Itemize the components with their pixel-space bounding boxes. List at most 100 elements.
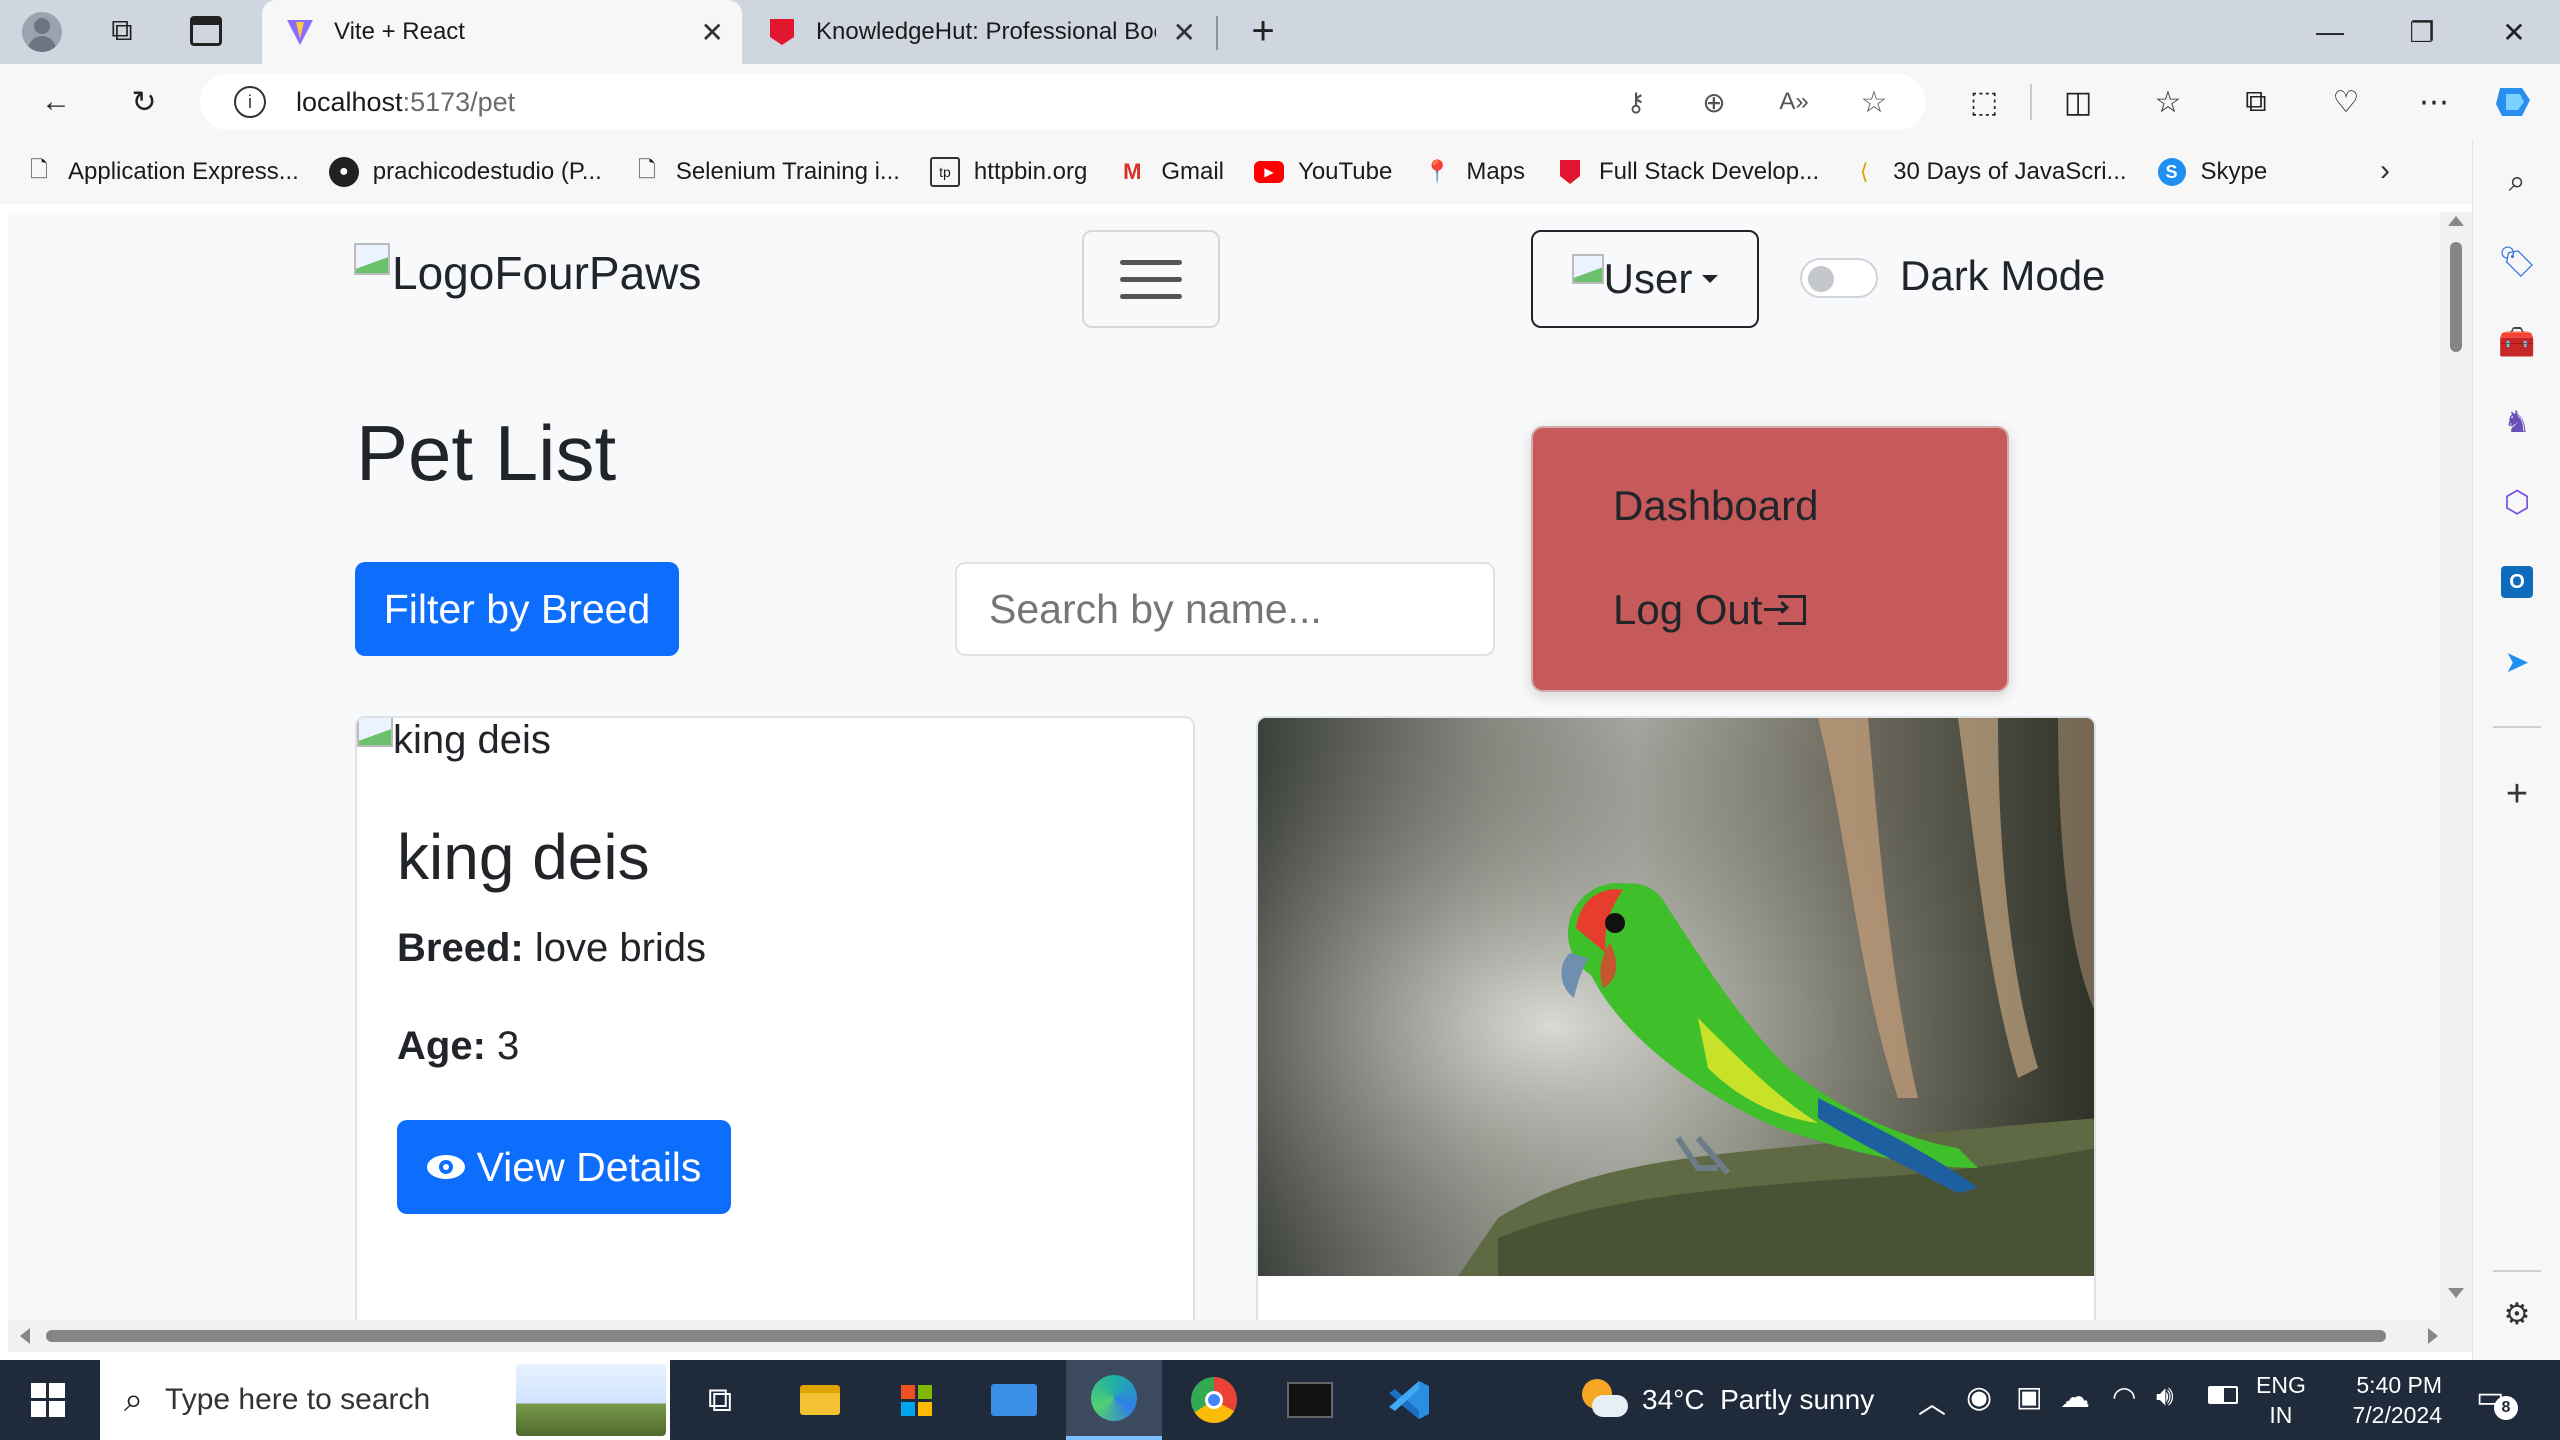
shopping-tag-icon[interactable]: 🏷: [2489, 234, 2545, 290]
show-hidden-icons-icon[interactable]: ︿: [1918, 1382, 1946, 1422]
new-tab-icon[interactable]: +: [1240, 8, 1286, 54]
extensions-icon[interactable]: ⬚: [1960, 78, 2008, 126]
navbar-toggler-button[interactable]: [1082, 230, 1220, 328]
dropdown-item-dashboard[interactable]: Dashboard: [1613, 482, 1818, 530]
settings-gear-icon[interactable]: ⚙: [2489, 1286, 2545, 1342]
vertical-scrollbar[interactable]: [2440, 212, 2472, 1320]
site-info-icon[interactable]: i: [234, 86, 266, 118]
caret-down-icon: [1702, 275, 1719, 283]
pet-image-alt: king deis: [393, 718, 551, 762]
pet-photo: [1258, 718, 2094, 1276]
restore-icon[interactable]: ❐: [2376, 0, 2468, 64]
tab-vite-react[interactable]: Vite + React ✕: [262, 0, 742, 64]
horizontal-scroll-thumb[interactable]: [46, 1330, 2386, 1342]
refresh-icon[interactable]: ↻: [120, 78, 168, 126]
microsoft-store-icon[interactable]: [868, 1360, 964, 1440]
bookmark-item[interactable]: 🗋 Application Express...: [24, 157, 299, 187]
volume-icon[interactable]: 🔊︎: [2156, 1380, 2174, 1413]
address-bar[interactable]: i localhost:5173/pet ⚷ ⊕ A» ☆: [200, 74, 1926, 130]
region-code: IN: [2269, 1402, 2293, 1428]
vertical-scroll-thumb[interactable]: [2450, 242, 2462, 352]
user-menu-button[interactable]: User: [1531, 230, 1759, 328]
terminal-icon[interactable]: [1262, 1360, 1358, 1440]
more-bookmarks-icon[interactable]: ›: [2380, 154, 2390, 188]
zoom-icon[interactable]: ⊕: [1690, 78, 1738, 126]
bookmark-label: Selenium Training i...: [675, 158, 900, 185]
more-menu-icon[interactable]: ⋯: [2410, 78, 2458, 126]
favorites-icon[interactable]: ☆: [2144, 78, 2192, 126]
weather-text: 34°C Partly sunny: [1642, 1384, 1875, 1415]
bookmark-item[interactable]: tp httpbin.org: [929, 157, 1088, 187]
scroll-right-arrow-icon[interactable]: [2428, 1328, 2438, 1344]
wifi-icon[interactable]: ◠: [2112, 1380, 2136, 1413]
scroll-down-arrow-icon[interactable]: [2448, 1288, 2464, 1298]
vscode-icon[interactable]: [1360, 1360, 1456, 1440]
read-aloud-icon[interactable]: A»: [1770, 78, 1818, 126]
notifications-icon[interactable]: ▭ 8: [2476, 1380, 2518, 1420]
drop-icon[interactable]: ➤: [2489, 634, 2545, 690]
workspaces-icon[interactable]: ⧉: [104, 14, 140, 50]
password-key-icon[interactable]: ⚷: [1612, 78, 1660, 126]
tools-icon[interactable]: 🧰: [2489, 314, 2545, 370]
scroll-up-arrow-icon[interactable]: [2448, 216, 2464, 226]
games-icon[interactable]: ♞: [2489, 394, 2545, 450]
mail-icon[interactable]: [966, 1360, 1062, 1440]
microsoft-365-icon[interactable]: ⬡: [2489, 474, 2545, 530]
record-icon[interactable]: ◉: [1966, 1380, 1992, 1415]
back-icon[interactable]: ←: [32, 78, 80, 126]
brand-logo[interactable]: LogoFourPaws: [354, 243, 701, 300]
edge-browser-icon[interactable]: [1066, 1360, 1162, 1440]
windows-start-icon[interactable]: [0, 1360, 96, 1440]
scroll-left-arrow-icon[interactable]: [20, 1328, 30, 1344]
horizontal-scrollbar[interactable]: [8, 1320, 2472, 1352]
cloud-icon[interactable]: ☁: [2060, 1380, 2090, 1415]
profile-icon[interactable]: [22, 12, 62, 52]
bookmark-label: Skype: [2200, 158, 2268, 185]
bookmark-item[interactable]: 📍 Maps: [1422, 157, 1525, 187]
bookmark-item[interactable]: S Skype: [2157, 157, 2268, 187]
search-icon[interactable]: ⌕: [2489, 154, 2545, 210]
browser-essentials-icon[interactable]: ♡: [2322, 78, 2370, 126]
taskbar-search-placeholder: Type here to search: [165, 1383, 431, 1416]
split-screen-icon[interactable]: ◫: [2054, 78, 2102, 126]
language-indicator[interactable]: ENG IN: [2256, 1370, 2306, 1430]
vertical-tabs-icon[interactable]: [190, 16, 222, 46]
bookmark-item[interactable]: ⟨ 30 Days of JavaScri...: [1849, 157, 2127, 187]
task-view-icon[interactable]: ⧉: [672, 1360, 768, 1440]
bookmark-item[interactable]: M Gmail: [1117, 157, 1224, 187]
knowledgehut-icon: [1555, 157, 1585, 187]
breed-value: love brids: [534, 926, 707, 970]
parrot-image: [1258, 718, 2094, 1276]
file-explorer-icon[interactable]: [772, 1360, 868, 1440]
minimize-icon[interactable]: —: [2284, 0, 2376, 64]
dropdown-item-logout[interactable]: Log Out: [1613, 586, 1807, 634]
close-window-icon[interactable]: ✕: [2468, 0, 2560, 64]
device-icon[interactable]: ▣: [2016, 1380, 2042, 1413]
page-title: Pet List: [356, 409, 617, 497]
favorite-star-icon[interactable]: ☆: [1850, 78, 1898, 126]
bookmark-item[interactable]: 🗋 Selenium Training i...: [632, 157, 900, 187]
view-details-button[interactable]: View Details: [397, 1120, 731, 1214]
taskbar-search-box[interactable]: ⌕ Type here to search: [100, 1360, 670, 1440]
toggle-knob: [1808, 266, 1834, 292]
outlook-icon[interactable]: O: [2489, 554, 2545, 610]
search-input[interactable]: [955, 562, 1495, 656]
close-tab-icon[interactable]: ✕: [1166, 15, 1196, 49]
bookmark-item[interactable]: Full Stack Develop...: [1555, 157, 1819, 187]
bookmark-item[interactable]: ● prachicodestudio (P...: [328, 157, 602, 187]
close-tab-icon[interactable]: ✕: [701, 16, 724, 49]
windows-taskbar: ⌕ Type here to search ⧉ 34°C Partly sunn…: [0, 1360, 2560, 1440]
add-sidebar-app-icon[interactable]: +: [2489, 766, 2545, 822]
chrome-icon[interactable]: [1166, 1360, 1262, 1440]
clock[interactable]: 5:40 PM 7/2/2024: [2330, 1370, 2442, 1430]
weather-widget[interactable]: 34°C Partly sunny: [1580, 1360, 1874, 1440]
copilot-icon[interactable]: [2490, 78, 2538, 126]
collections-icon[interactable]: ⧉: [2232, 78, 2280, 126]
view-details-label: View Details: [476, 1143, 702, 1190]
bookmark-item[interactable]: ▶ YouTube: [1254, 157, 1392, 187]
bookmark-label: httpbin.org: [973, 158, 1088, 185]
dark-mode-toggle[interactable]: [1800, 258, 1878, 298]
battery-icon[interactable]: [2208, 1386, 2238, 1404]
filter-by-breed-button[interactable]: Filter by Breed: [355, 562, 679, 656]
tab-knowledgehut[interactable]: KnowledgeHut: Professional Boo ✕: [744, 0, 1214, 64]
